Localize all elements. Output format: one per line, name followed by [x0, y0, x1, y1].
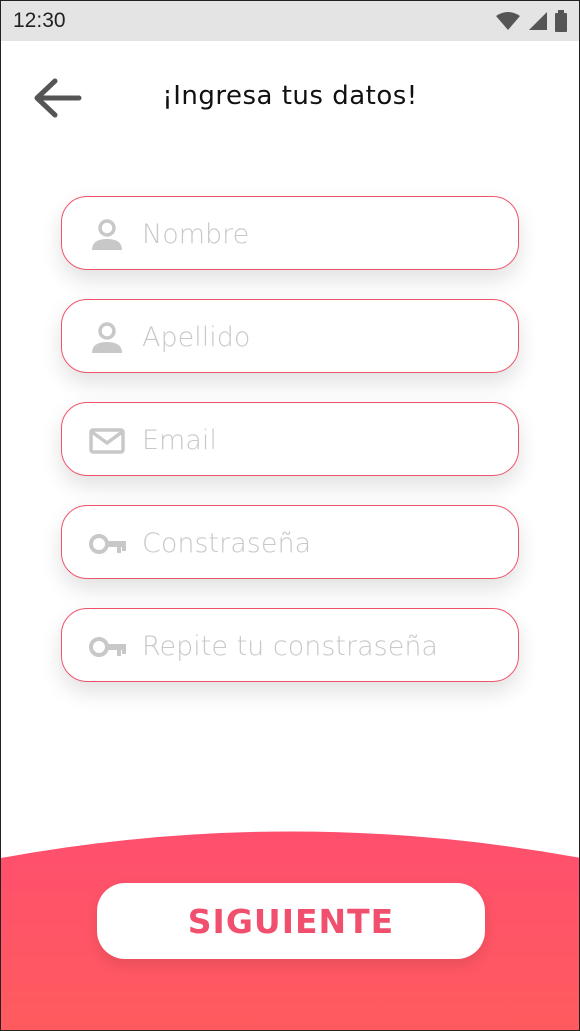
user-icon	[88, 219, 126, 251]
key-icon	[88, 528, 126, 560]
key-icon	[88, 631, 126, 663]
signal-icon	[527, 11, 549, 35]
last-name-input[interactable]	[140, 314, 504, 360]
status-time: 12:30	[13, 9, 66, 32]
email-input[interactable]	[140, 417, 504, 463]
password-input[interactable]	[140, 520, 504, 566]
wifi-icon	[495, 11, 521, 35]
status-icons	[495, 10, 567, 36]
page-title: ¡Ingresa tus datos!	[162, 81, 418, 111]
battery-icon	[555, 10, 567, 36]
status-bar: 12:30	[1, 1, 579, 41]
mail-icon	[88, 425, 126, 457]
last-name-field[interactable]	[61, 299, 519, 373]
user-icon	[88, 322, 126, 354]
first-name-field[interactable]	[61, 196, 519, 270]
password-field[interactable]	[61, 505, 519, 579]
next-button[interactable]: SIGUIENTE	[97, 883, 485, 959]
repeat-password-input[interactable]	[140, 623, 504, 669]
email-field[interactable]	[61, 402, 519, 476]
repeat-password-field[interactable]	[61, 608, 519, 682]
first-name-input[interactable]	[140, 211, 504, 257]
